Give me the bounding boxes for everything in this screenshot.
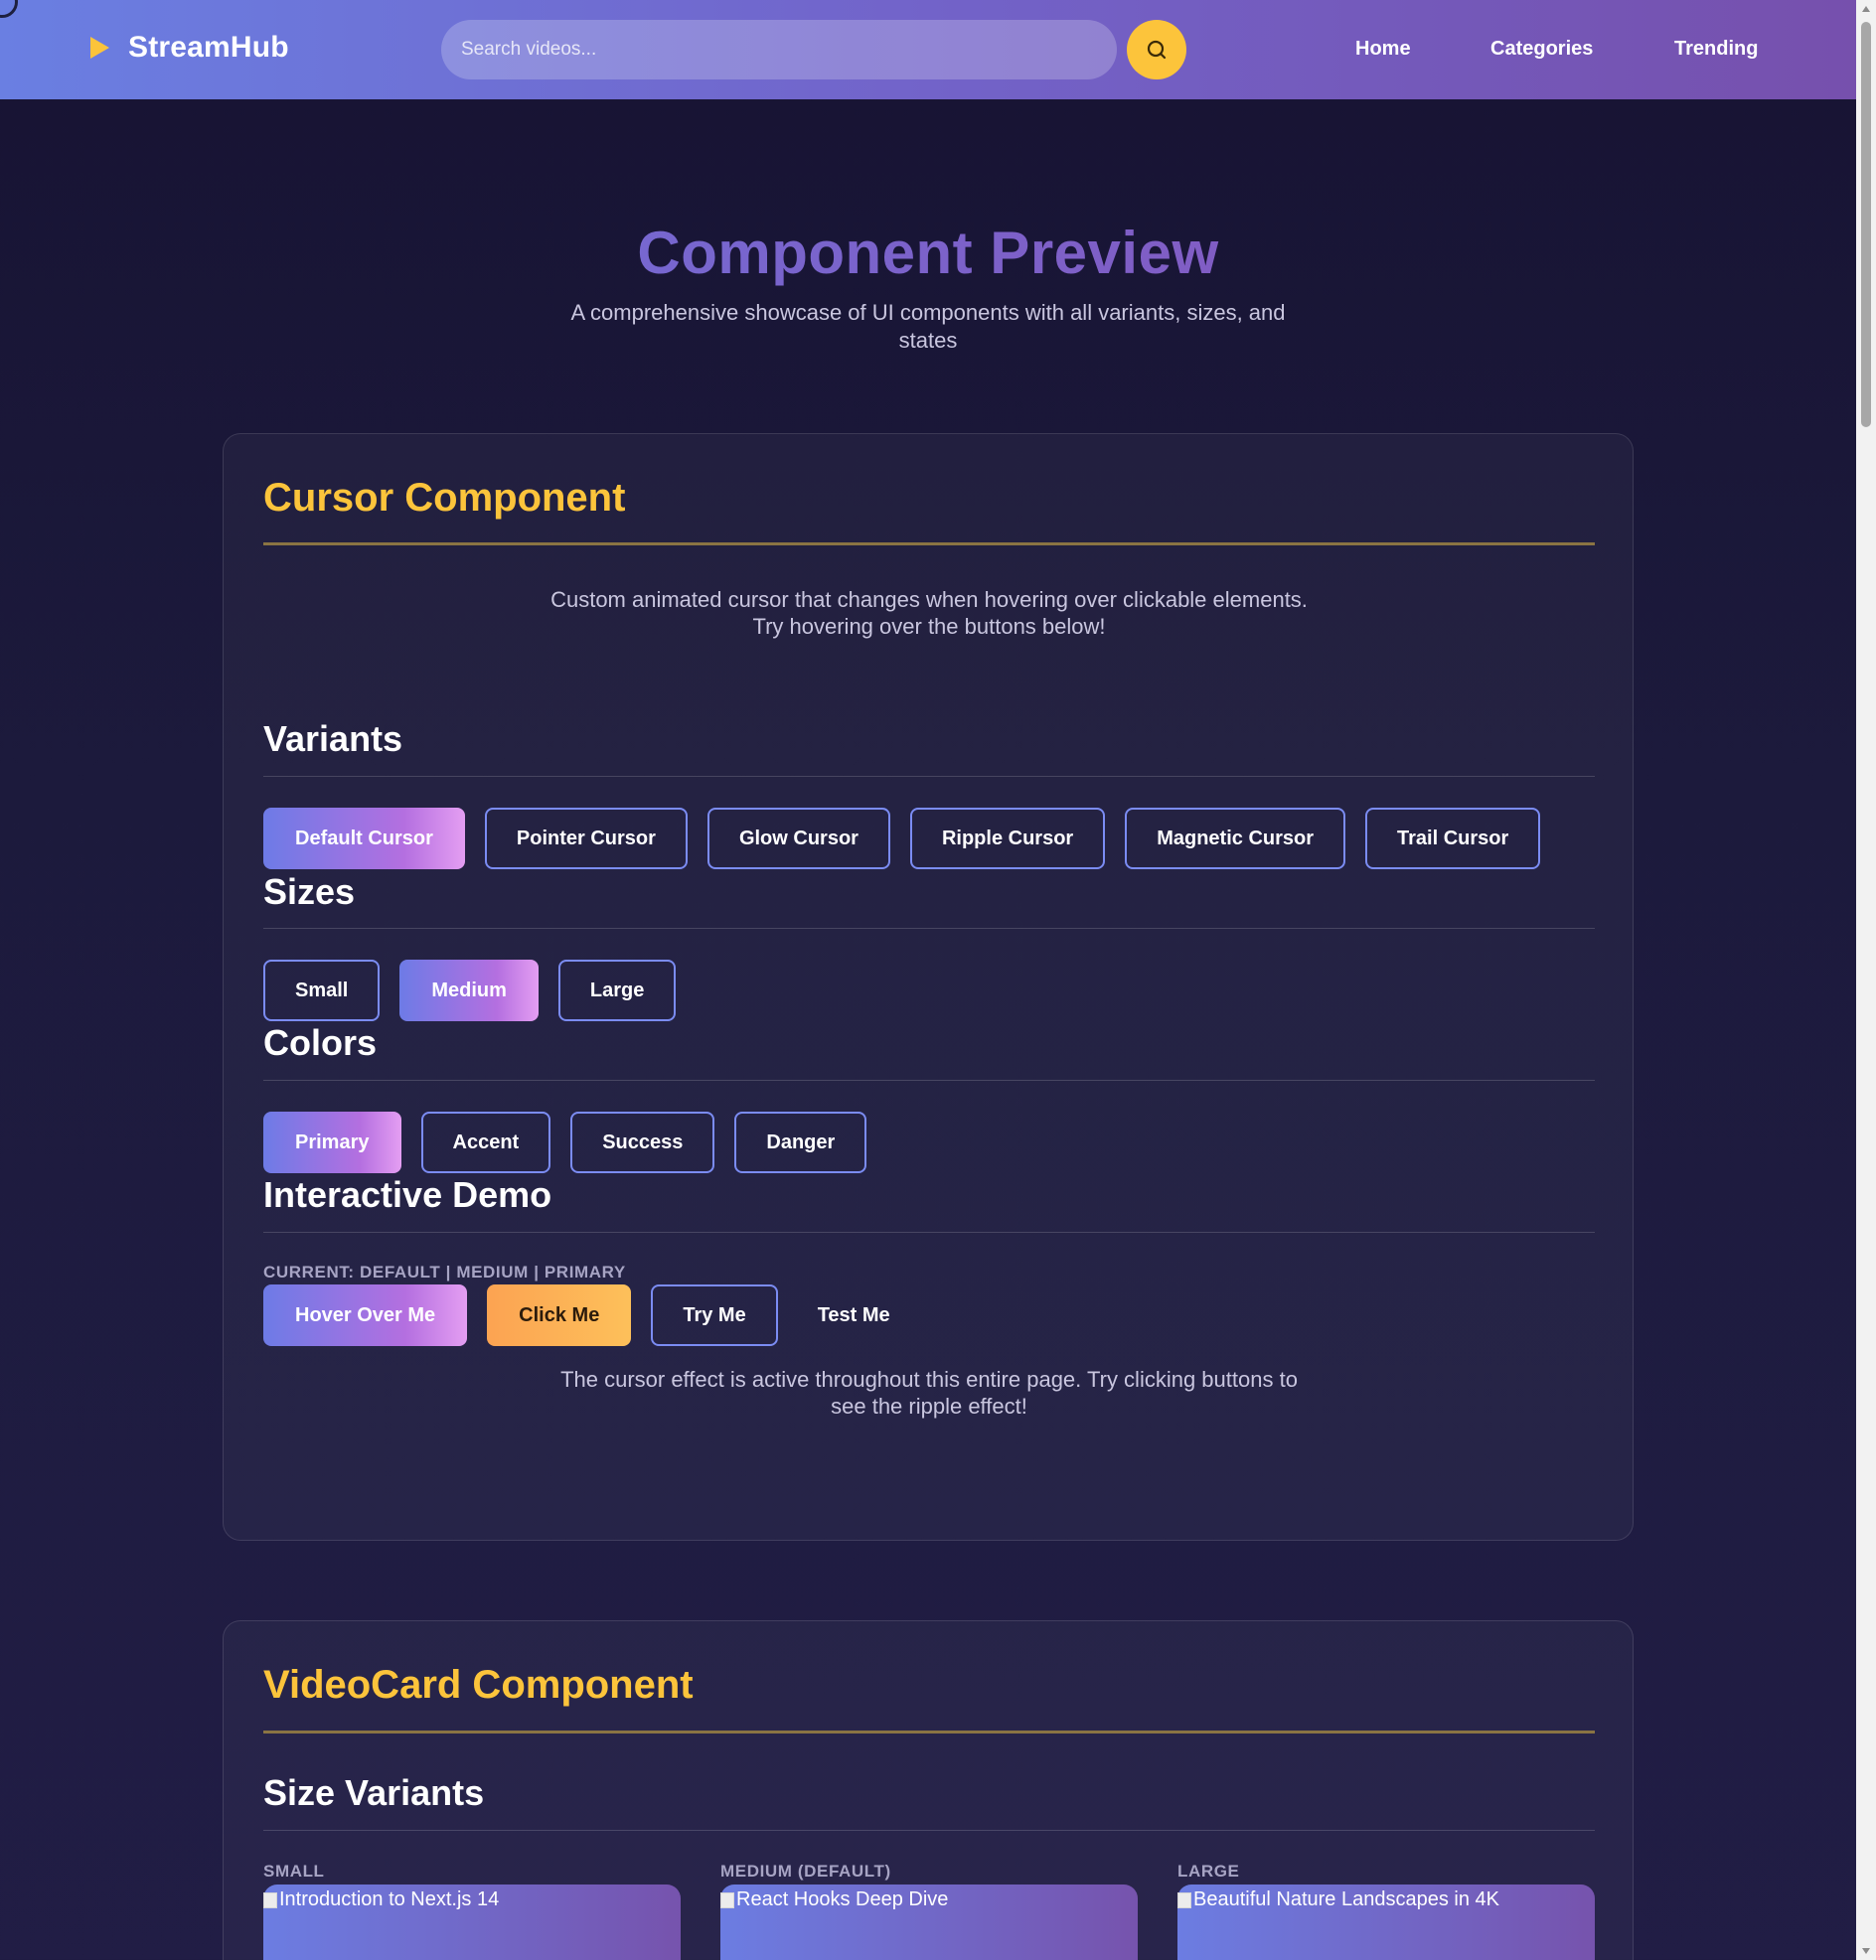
videocard-large[interactable]: LARGE Beautiful Nature Landscapes in 4K [1177,1862,1595,1960]
try-me-button[interactable]: Try Me [651,1284,778,1346]
variants-button-row: Default Cursor Pointer Cursor Glow Curso… [263,808,1541,869]
variant-default-cursor-button[interactable]: Default Cursor [263,808,465,869]
scroll-up-arrow-icon[interactable] [1862,6,1870,12]
colors-heading: Colors [263,1022,378,1063]
size-variants-heading: Size Variants [263,1772,485,1813]
sizes-button-row: Small Medium Large [263,960,677,1021]
size-label: LARGE [1177,1862,1240,1881]
video-thumbnail[interactable]: Introduction to Next.js 14 [263,1885,681,1960]
broken-image-icon [720,1891,734,1908]
section-description: Custom animated cursor that changes when… [550,587,1308,639]
divider [263,1080,1595,1081]
color-primary-button[interactable]: Primary [263,1112,401,1173]
divider [263,928,1595,929]
broken-image-icon [263,1891,277,1908]
page-scrollbar[interactable] [1856,0,1876,1960]
brand-logo[interactable]: StreamHub [90,31,289,65]
colors-button-row: Primary Accent Success Danger [263,1112,867,1173]
brand-name: StreamHub [128,31,289,64]
variant-glow-cursor-button[interactable]: Glow Cursor [706,808,890,869]
thumbnail-alt-text: Introduction to Next.js 14 [263,1888,499,1911]
video-thumbnail[interactable]: React Hooks Deep Dive [720,1885,1138,1960]
size-small-button[interactable]: Small [263,960,381,1021]
section-title: VideoCard Component [263,1663,694,1707]
size-label: SMALL [263,1862,325,1881]
variant-pointer-cursor-button[interactable]: Pointer Cursor [484,808,688,869]
thumbnail-alt-label: Beautiful Nature Landscapes in 4K [1193,1888,1499,1910]
page-title: Component Preview [0,219,1856,287]
section-divider [263,1731,1595,1734]
size-medium-button[interactable]: Medium [399,960,539,1021]
section-title: Cursor Component [263,476,626,520]
search-input[interactable] [441,20,1117,79]
scrollbar-thumb[interactable] [1861,22,1871,427]
variant-magnetic-cursor-button[interactable]: Magnetic Cursor [1125,808,1346,869]
videocard-medium[interactable]: MEDIUM (DEFAULT) React Hooks Deep Dive [720,1862,1138,1960]
thumbnail-alt-text: Beautiful Nature Landscapes in 4K [1177,1888,1499,1911]
thumbnail-alt-label: React Hooks Deep Dive [736,1888,949,1910]
size-label: MEDIUM (DEFAULT) [720,1862,891,1881]
nav-home-link[interactable]: Home [1355,38,1411,61]
test-me-button[interactable]: Test Me [798,1284,910,1346]
variant-trail-cursor-button[interactable]: Trail Cursor [1365,808,1541,869]
color-success-button[interactable]: Success [570,1112,715,1173]
scroll-down-arrow-icon[interactable] [1862,1948,1870,1954]
play-icon [90,37,109,59]
color-danger-button[interactable]: Danger [734,1112,867,1173]
demo-note: The cursor effect is active throughout t… [560,1367,1298,1419]
thumbnail-alt-text: React Hooks Deep Dive [720,1888,948,1911]
search-button[interactable] [1127,20,1186,79]
section-divider [263,542,1595,545]
nav-trending-link[interactable]: Trending [1674,38,1758,61]
interactive-demo-heading: Interactive Demo [263,1174,552,1215]
hover-over-me-button[interactable]: Hover Over Me [263,1284,468,1346]
top-nav-bar: StreamHub Home Categories Trending [0,0,1856,99]
divider [263,1830,1595,1831]
videocard-component-card: VideoCard Component Size Variants SMALL … [223,1620,1634,1960]
page-subtitle: A comprehensive showcase of UI component… [570,300,1286,353]
current-state-label: CURRENT: DEFAULT | MEDIUM | PRIMARY [263,1263,626,1282]
nav-categories-link[interactable]: Categories [1490,38,1593,61]
videocard-small[interactable]: SMALL Introduction to Next.js 14 [263,1862,681,1960]
demo-button-row: Hover Over Me Click Me Try Me Test Me [263,1284,910,1346]
variant-ripple-cursor-button[interactable]: Ripple Cursor [909,808,1106,869]
variants-heading: Variants [263,718,403,759]
divider [263,1232,1595,1233]
cursor-component-card: Cursor Component Custom animated cursor … [223,433,1634,1541]
search-icon [1147,40,1167,60]
video-thumbnail[interactable]: Beautiful Nature Landscapes in 4K [1177,1885,1595,1960]
size-large-button[interactable]: Large [557,960,677,1021]
click-me-button[interactable]: Click Me [487,1284,632,1346]
divider [263,776,1595,777]
thumbnail-alt-label: Introduction to Next.js 14 [279,1888,500,1910]
broken-image-icon [1177,1891,1191,1908]
color-accent-button[interactable]: Accent [420,1112,551,1173]
sizes-heading: Sizes [263,871,356,912]
